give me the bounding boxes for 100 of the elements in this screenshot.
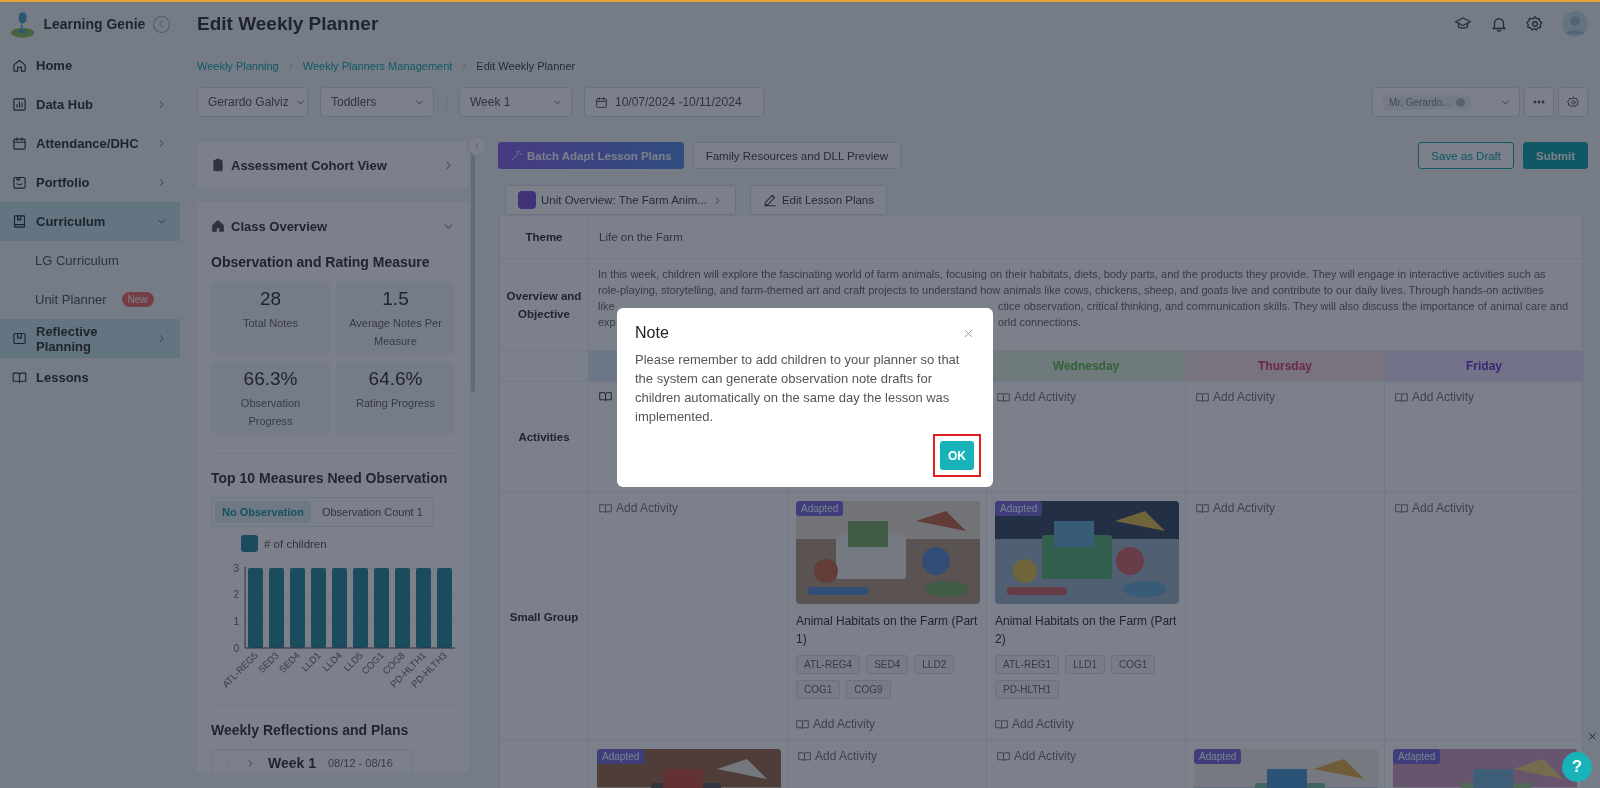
sidebar-subitem[interactable]: LG Curriculum xyxy=(0,241,180,280)
open-book-icon xyxy=(12,370,27,385)
stat-value: 66.3% xyxy=(243,367,298,391)
section-title: Weekly Reflections and Plans xyxy=(211,722,410,738)
day-header: Thursday xyxy=(1186,351,1385,382)
legend-label: # of children xyxy=(264,537,327,550)
row-label: Activities xyxy=(518,430,570,445)
submit-button[interactable]: Submit xyxy=(1523,142,1588,169)
adapted-badge: Adapted xyxy=(796,501,844,516)
row-label: Overview and Objective xyxy=(506,288,582,322)
row-label: Small Group xyxy=(509,609,579,625)
teacher-select[interactable]: Gerardo Galviz xyxy=(197,87,308,117)
add-activity-button[interactable]: Add Activity xyxy=(796,717,978,731)
save-draft-button[interactable]: Save as Draft xyxy=(1418,142,1514,169)
sidebar-item[interactable]: Portfolio xyxy=(0,163,180,202)
add-activity-button[interactable]: Add Activity xyxy=(997,749,1077,763)
sidebar-item[interactable]: Data Hub xyxy=(0,85,180,124)
page-title: Edit Weekly Planner xyxy=(197,13,380,35)
edit-lesson-plans-button[interactable]: Edit Lesson Plans xyxy=(749,185,887,215)
pencil-icon xyxy=(762,193,777,207)
lesson-title[interactable]: Animal Habitats on the Farm (Part 1) xyxy=(796,612,978,648)
book-icon xyxy=(1196,390,1209,404)
overview-text: exp xyxy=(598,315,617,330)
dialog-title: Note xyxy=(635,324,669,342)
overview-text: role-playing, storytelling, and farm-themed art and craft projects to understand how animals like cows, chickens, sheep, and goats live and contribute to our daily lives. Through hands-on activities xyxy=(598,284,1544,296)
overview-text: ctice observation, critical thinking, and communication skills. They will also discuss the importance of animal care and xyxy=(998,299,1570,314)
book-icon xyxy=(1395,390,1408,404)
collapse-panel-button[interactable] xyxy=(467,136,487,156)
date-range-field[interactable]: 10/07/2024 -10/11/2024 xyxy=(584,87,764,117)
theme-text: Life on the Farm xyxy=(599,231,683,243)
measure-tag: COG1 xyxy=(1111,655,1156,674)
folder-icon xyxy=(12,175,27,190)
dialog-message: Please remember to add children to your planner so that the system can generate observation note drafts for children automatically on the same day the lesson was implemented. xyxy=(635,351,961,426)
sidebar-item[interactable]: Attendance/DHC xyxy=(0,124,180,163)
more-button[interactable] xyxy=(1524,87,1554,117)
axis-label: 2 xyxy=(233,589,239,601)
day-header: Friday xyxy=(1385,351,1584,382)
section-title: Observation and Rating Measure xyxy=(211,254,431,270)
adapted-badge: Adapted xyxy=(1393,749,1441,764)
toggle-tab[interactable]: No Observation xyxy=(215,501,311,523)
add-activity-button[interactable]: Add Activity xyxy=(1196,390,1276,404)
add-activity-button[interactable]: Add Activity xyxy=(1395,390,1475,404)
toggle-tab[interactable]: Observation Count 1 xyxy=(314,501,430,523)
breadcrumb-current: Edit Weekly Planner xyxy=(476,60,576,72)
book-icon xyxy=(796,717,809,731)
measure-tag: LLD1 xyxy=(1065,655,1106,674)
group-select[interactable]: Toddlers xyxy=(320,87,434,117)
stat-label: Average Notes Per Measure xyxy=(348,316,443,349)
book-icon xyxy=(997,390,1010,404)
settings-icon xyxy=(1566,95,1580,109)
week-select[interactable]: Week 1 xyxy=(459,87,572,117)
axis-label: 3 xyxy=(233,562,239,574)
measure-tag: PD-HLTH1 xyxy=(995,680,1060,699)
settings-icon xyxy=(1526,15,1544,33)
add-activity-button[interactable]: Add Activity xyxy=(1395,501,1475,515)
stat-label: Observation Progress xyxy=(239,396,302,429)
measure-tag: LLD2 xyxy=(914,655,955,674)
chevron-left-icon xyxy=(472,141,482,151)
adapted-badge: Adapted xyxy=(995,501,1043,516)
add-activity-button[interactable]: Add Activity xyxy=(1196,501,1276,515)
clipboard-icon xyxy=(211,158,225,172)
assessment-cohort-card[interactable]: Assessment Cohort View xyxy=(197,142,469,188)
book-icon xyxy=(997,749,1010,763)
ok-button[interactable]: OK xyxy=(940,441,974,470)
new-badge: New xyxy=(121,292,154,307)
unit-icon xyxy=(518,191,536,209)
calendar-icon xyxy=(595,95,608,109)
axis-label: 1 xyxy=(233,615,239,627)
add-activity-button[interactable]: Add Activity xyxy=(995,717,1177,731)
section-title: Top 10 Measures Need Observation xyxy=(211,470,449,486)
measure-tag: SED4 xyxy=(866,655,909,674)
lesson-title[interactable]: Animal Habitats on the Farm (Part 2) xyxy=(995,612,1177,648)
batch-adapt-button[interactable]: Batch Adapt Lesson Plans xyxy=(498,142,684,169)
sidebar-item[interactable]: Reflective Planning xyxy=(0,319,180,358)
add-activity-button[interactable]: Add Activity xyxy=(599,501,679,515)
magic-wand-icon xyxy=(510,149,522,162)
stat-value: 1.5 xyxy=(382,287,409,311)
book-icon xyxy=(798,749,811,763)
sidebar-item[interactable]: Home xyxy=(0,46,180,85)
axis-label: 0 xyxy=(233,642,239,654)
sidebar-item[interactable]: Lessons xyxy=(0,358,180,397)
book-icon xyxy=(12,214,27,229)
add-activity-button[interactable]: Add Activity xyxy=(997,390,1077,404)
overview-text: In this week, children will explore the fascinating world of farm animals, focusing on their habitats, diets, body parts, and the products they provide. They will engage in interactive activities such as xyxy=(598,268,1546,280)
home-icon xyxy=(12,58,27,73)
bar-chart-icon xyxy=(12,97,27,112)
measure-tag: ATL-REG1 xyxy=(995,655,1060,674)
breadcrumb-link[interactable]: Weekly Planners Management xyxy=(302,60,453,72)
sidebar-subitem[interactable]: Unit Planner New xyxy=(0,280,180,319)
stat-value: 64.6% xyxy=(368,367,423,391)
legend-swatch xyxy=(241,535,258,552)
breadcrumb-link[interactable]: Weekly Planning xyxy=(197,60,279,72)
unit-overview-button[interactable]: Unit Overview: The Farm Anim... xyxy=(505,185,736,215)
class-overview-header[interactable]: Class Overview xyxy=(211,214,455,238)
settings-button[interactable] xyxy=(1558,87,1588,117)
family-resources-button[interactable]: Family Resources and DLL Preview xyxy=(692,142,901,169)
book-icon xyxy=(1196,501,1209,515)
add-activity-button[interactable]: Add Activity xyxy=(798,749,878,763)
sidebar-item[interactable]: Curriculum xyxy=(0,202,180,241)
app-name: Learning Genie xyxy=(43,16,146,32)
